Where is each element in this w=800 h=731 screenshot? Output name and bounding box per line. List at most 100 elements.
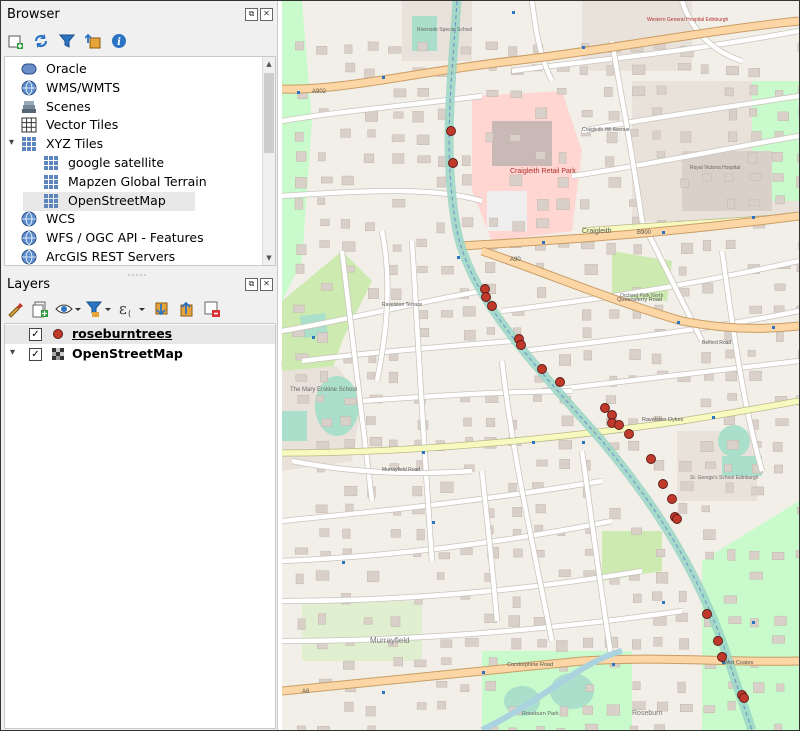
building [485, 417, 496, 427]
building [389, 264, 398, 276]
browser-item-label: WMS/WMTS [46, 79, 121, 95]
building [537, 287, 547, 298]
building [776, 331, 784, 342]
building [536, 199, 549, 211]
building [462, 174, 472, 186]
browser-item[interactable]: google satellite [23, 154, 275, 173]
bus-stop-icon [532, 441, 535, 444]
eye-icon[interactable] [55, 299, 81, 319]
browser-item[interactable]: Mapzen Global Terrain [23, 173, 275, 192]
browser-item-label: Vector Tiles [46, 117, 119, 133]
building [318, 613, 326, 625]
filter-icon[interactable] [86, 299, 112, 319]
tree-point [658, 479, 668, 489]
building [365, 706, 376, 717]
building [460, 46, 471, 55]
building [295, 573, 304, 585]
building [295, 176, 307, 189]
building [677, 681, 686, 694]
scrollbar-thumb[interactable] [264, 73, 274, 153]
building [724, 87, 734, 97]
building [509, 174, 523, 187]
building [753, 682, 765, 693]
tree-point [702, 609, 712, 619]
building [701, 352, 711, 364]
scroll-down-arrow-icon[interactable]: ▼ [263, 251, 275, 265]
building [342, 241, 356, 252]
expand-arrow-icon[interactable]: ▾ [10, 347, 15, 358]
tiles-icon [21, 136, 37, 152]
building [632, 86, 646, 97]
expand-icon[interactable] [152, 299, 172, 319]
building [579, 66, 588, 76]
browser-item[interactable]: ArcGIS REST Servers [5, 248, 263, 265]
building [512, 596, 521, 608]
building [486, 327, 495, 335]
scroll-up-arrow-icon[interactable]: ▲ [263, 57, 275, 71]
close-icon[interactable]: ✕ [260, 278, 273, 291]
browser-item[interactable]: OpenStreetMap [23, 191, 195, 211]
layer-item[interactable]: ✓ roseburntrees [5, 325, 275, 344]
building [797, 42, 799, 52]
pitch-area [282, 411, 307, 441]
building [463, 417, 472, 427]
building [559, 459, 570, 469]
remove-layer-icon[interactable] [202, 299, 222, 319]
browser-item[interactable]: ▾ XYZ Tiles [5, 135, 263, 154]
layer-visibility-checkbox[interactable]: ✓ [29, 348, 42, 361]
tree-point [516, 340, 526, 350]
map-resize-handle[interactable]: ⋮ [278, 361, 286, 377]
building [653, 459, 665, 471]
refresh-icon[interactable] [31, 31, 51, 51]
building [751, 486, 764, 496]
building [774, 723, 783, 730]
building [702, 282, 714, 294]
building [319, 528, 330, 537]
map-canvas[interactable]: Craigleith Retail Park Craigleith Queensfe… [282, 1, 799, 730]
building [748, 68, 760, 78]
filter-icon[interactable] [57, 31, 77, 51]
building [489, 217, 498, 227]
undock-icon[interactable]: ⧉ [245, 278, 258, 291]
building [535, 151, 546, 160]
building [557, 176, 569, 188]
add-layer-icon[interactable] [5, 31, 25, 51]
building [705, 551, 714, 560]
info-icon[interactable]: i [109, 31, 129, 51]
browser-item[interactable]: Vector Tiles [5, 116, 263, 135]
building [776, 683, 785, 692]
building [485, 132, 494, 143]
browser-item[interactable]: WFS / OGC API - Features [5, 229, 263, 248]
building [726, 439, 739, 450]
undock-icon[interactable]: ⧉ [245, 8, 258, 21]
add-group-icon[interactable] [30, 299, 50, 319]
close-icon[interactable]: ✕ [260, 8, 273, 21]
layer-item[interactable]: ▾ ✓ OpenStreetMap [5, 345, 275, 364]
building [772, 635, 786, 644]
building [777, 111, 789, 121]
building [747, 151, 758, 164]
building [728, 616, 742, 624]
building [561, 415, 574, 427]
layer-visibility-checkbox[interactable]: ✓ [29, 328, 42, 341]
tree-point [555, 377, 565, 387]
map-label: Craigleith [582, 228, 612, 235]
bus-stop-icon [457, 256, 460, 259]
browser-item[interactable]: WCS [5, 210, 263, 229]
building [368, 288, 379, 299]
map-label: Corstorphine Road [507, 662, 553, 668]
browser-item[interactable]: Oracle [5, 60, 263, 79]
tree-point [672, 514, 682, 524]
browser-item[interactable]: Scenes [5, 98, 263, 117]
map-label: Craigleith Retail Park [510, 168, 576, 175]
building [294, 132, 304, 142]
expression-icon[interactable]: ε( [117, 299, 147, 319]
style-icon[interactable] [5, 299, 25, 319]
collapse-icon[interactable] [177, 299, 197, 319]
collapse-icon[interactable] [83, 31, 103, 51]
browser-item[interactable]: WMS/WMTS [5, 79, 263, 98]
bus-stop-icon [512, 11, 515, 14]
building [462, 306, 476, 317]
building [774, 464, 783, 474]
expand-arrow-icon[interactable]: ▾ [9, 137, 14, 148]
